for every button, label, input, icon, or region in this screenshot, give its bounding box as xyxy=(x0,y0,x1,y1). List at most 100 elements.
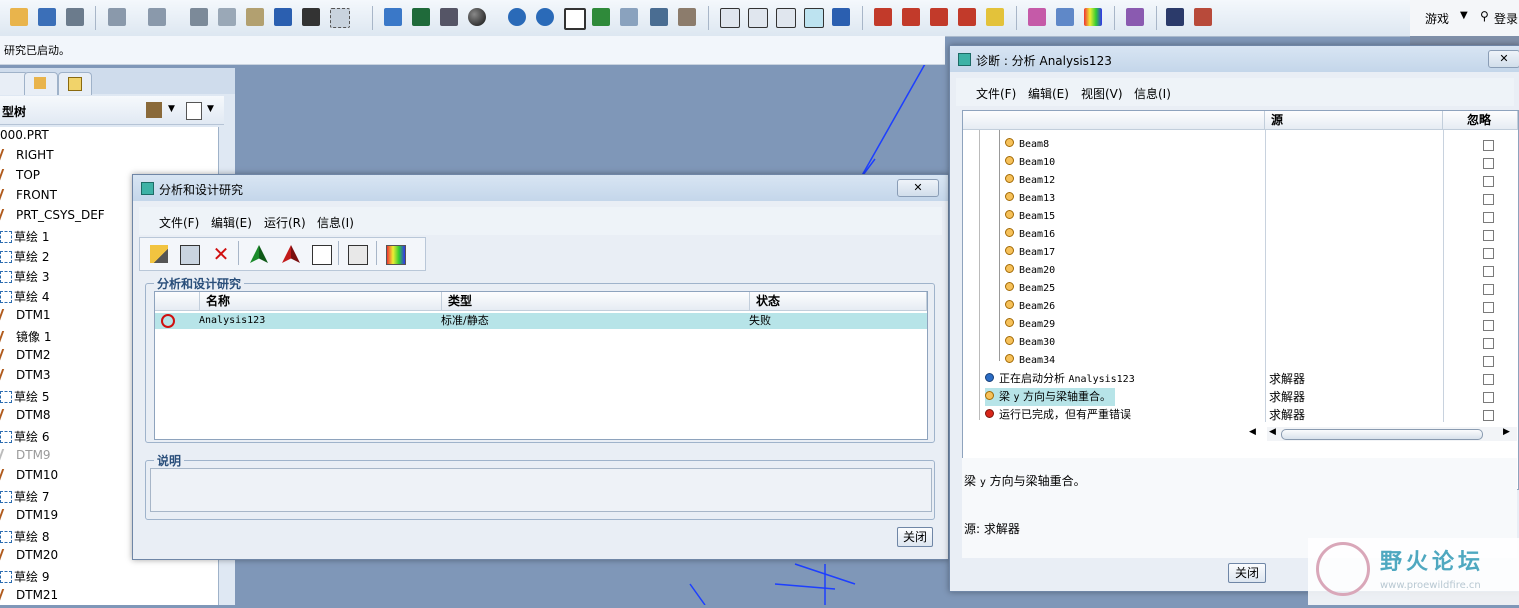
scroll-left-icon[interactable]: ◀ xyxy=(1269,427,1276,437)
tree-item[interactable]: 草绘 4 xyxy=(0,288,49,308)
saved-views-icon[interactable] xyxy=(620,8,638,26)
login-link[interactable]: 登录 xyxy=(1494,10,1518,27)
no-hidden-icon[interactable] xyxy=(776,8,796,28)
menu-info[interactable]: 信息(I) xyxy=(317,214,354,231)
enhanced-realism-icon[interactable] xyxy=(832,8,850,26)
print-icon[interactable] xyxy=(66,8,84,26)
tree-item[interactable]: DTM2 xyxy=(0,348,51,368)
orient-icon[interactable] xyxy=(412,8,430,26)
tree-item[interactable]: DTM1 xyxy=(0,308,51,328)
model-tree-icon[interactable] xyxy=(1126,8,1144,26)
tree-item[interactable]: 草绘 3 xyxy=(0,268,49,288)
menu-file[interactable]: 文件(F) xyxy=(159,214,199,231)
close-button[interactable]: 关闭 xyxy=(1228,563,1266,583)
save-icon[interactable] xyxy=(38,8,56,26)
shading-icon[interactable] xyxy=(468,8,486,26)
zoom-out-icon[interactable] xyxy=(536,8,554,26)
summary-icon[interactable] xyxy=(348,245,368,265)
list-item[interactable]: 运行已完成，但有严重错误 xyxy=(985,406,1131,424)
analysis-study-icon[interactable] xyxy=(1056,8,1074,26)
tree-item[interactable]: DTM9 xyxy=(0,448,51,468)
menu-view[interactable]: 视图(V) xyxy=(1081,85,1123,102)
dialog-titlebar[interactable]: 诊断 : 分析 Analysis123 ✕ xyxy=(950,46,1519,72)
shaded-icon[interactable] xyxy=(804,8,824,28)
help-icon[interactable] xyxy=(1166,8,1184,26)
close-icon[interactable]: ✕ xyxy=(1488,50,1519,68)
tree-item[interactable]: TOP xyxy=(0,168,40,188)
annotation-icon[interactable] xyxy=(986,8,1004,26)
chevron-down-icon[interactable]: ▼ xyxy=(168,104,175,114)
datum-axes-icon[interactable] xyxy=(902,8,920,26)
diagnostics-list[interactable]: 源 忽略 Beam8 Beam10 Beam12 Beam13 Beam15 Beam16… xyxy=(962,110,1519,490)
column-header-type[interactable]: 类型 xyxy=(442,292,750,311)
copy-icon[interactable] xyxy=(180,245,200,265)
column-header-status[interactable]: 状态 xyxy=(750,292,927,311)
view-manager-icon[interactable] xyxy=(678,8,696,26)
tree-item[interactable]: DTM10 xyxy=(0,468,58,488)
scroll-right-icon[interactable]: ▶ xyxy=(1503,427,1510,437)
tree-item[interactable]: 草绘 9 xyxy=(0,568,49,588)
chevron-down-icon[interactable]: ▼ xyxy=(207,104,214,114)
tree-settings-icon[interactable] xyxy=(146,102,162,118)
tree-item[interactable]: 000.PRT xyxy=(0,128,49,148)
csys-icon[interactable] xyxy=(958,8,976,26)
redo-icon[interactable] xyxy=(148,8,166,26)
tree-item[interactable]: FRONT xyxy=(0,188,57,208)
tree-item[interactable]: 草绘 8 xyxy=(0,528,49,548)
reorient-icon[interactable] xyxy=(592,8,610,26)
tree-item[interactable]: 镜像 1 xyxy=(0,328,51,348)
list-item[interactable]: 正在启动分析 Analysis123 xyxy=(985,370,1135,388)
tree-item[interactable]: RIGHT xyxy=(0,148,54,168)
wireframe-icon[interactable] xyxy=(720,8,740,28)
close-button[interactable]: 关闭 xyxy=(897,527,933,547)
paste-icon[interactable] xyxy=(246,8,264,26)
tree-item[interactable]: DTM8 xyxy=(0,408,51,428)
tree-item[interactable]: 草绘 2 xyxy=(0,248,49,268)
menu-run[interactable]: 运行(R) xyxy=(264,214,306,231)
ignore-checkbox[interactable] xyxy=(1483,374,1494,385)
refit-icon[interactable] xyxy=(564,8,586,30)
zoom-in-icon[interactable] xyxy=(508,8,526,26)
games-link[interactable]: 游戏 xyxy=(1425,10,1449,27)
tree-columns-icon[interactable] xyxy=(186,102,202,120)
tree-item[interactable]: DTM3 xyxy=(0,368,51,388)
study-table[interactable]: 名称 类型 状态 Analysis123 标准/静态 失败 xyxy=(154,291,928,440)
copy-icon[interactable] xyxy=(218,8,236,26)
tree-item[interactable]: 草绘 6 xyxy=(0,428,49,448)
edit-pencil-icon[interactable] xyxy=(150,245,168,263)
menu-info[interactable]: 信息(I) xyxy=(1134,85,1171,102)
tab-folder-browser[interactable] xyxy=(24,72,58,95)
tree-item[interactable]: 草绘 1 xyxy=(0,228,49,248)
review-results-icon[interactable] xyxy=(386,245,406,265)
select-box-icon[interactable] xyxy=(330,8,350,28)
tree-item[interactable]: PRT_CSYS_DEF xyxy=(0,208,105,228)
menu-file[interactable]: 文件(F) xyxy=(976,85,1016,102)
tree-item[interactable]: 草绘 5 xyxy=(0,388,49,408)
regenerate-icon[interactable] xyxy=(274,8,292,26)
tree-item[interactable]: DTM19 xyxy=(0,508,58,528)
stop-run-flag-icon[interactable] xyxy=(282,245,300,263)
undo-icon[interactable] xyxy=(108,8,126,26)
scrollbar-thumb[interactable] xyxy=(1281,429,1483,440)
menu-edit[interactable]: 编辑(E) xyxy=(211,214,252,231)
column-header-icon[interactable] xyxy=(155,292,200,311)
column-header-name[interactable]: 名称 xyxy=(200,292,442,311)
find-icon[interactable] xyxy=(302,8,320,26)
tree-item[interactable]: 草绘 7 xyxy=(0,488,49,508)
horizontal-scrollbar[interactable]: ◀ ▶ xyxy=(1267,427,1517,441)
datum-points-icon[interactable] xyxy=(930,8,948,26)
cut-icon[interactable] xyxy=(190,8,208,26)
tab-favorites[interactable] xyxy=(58,72,92,95)
tree-item[interactable]: DTM21 xyxy=(0,588,58,608)
dialog-titlebar[interactable]: 分析和设计研究 ✕ xyxy=(133,175,948,201)
results-icon[interactable] xyxy=(1084,8,1102,26)
status-list-icon[interactable] xyxy=(312,245,332,265)
open-folder-icon[interactable] xyxy=(10,8,28,26)
ignore-checkbox[interactable] xyxy=(1483,410,1494,421)
repaint-icon[interactable] xyxy=(384,8,402,26)
datum-planes-icon[interactable] xyxy=(874,8,892,26)
list-item[interactable]: 梁 y 方向与梁轴重合。 xyxy=(985,388,1116,406)
table-row[interactable]: Analysis123 标准/静态 失败 xyxy=(155,313,927,329)
scroll-left-icon[interactable]: ◀ xyxy=(1249,427,1263,441)
mesh-icon[interactable] xyxy=(1028,8,1046,26)
